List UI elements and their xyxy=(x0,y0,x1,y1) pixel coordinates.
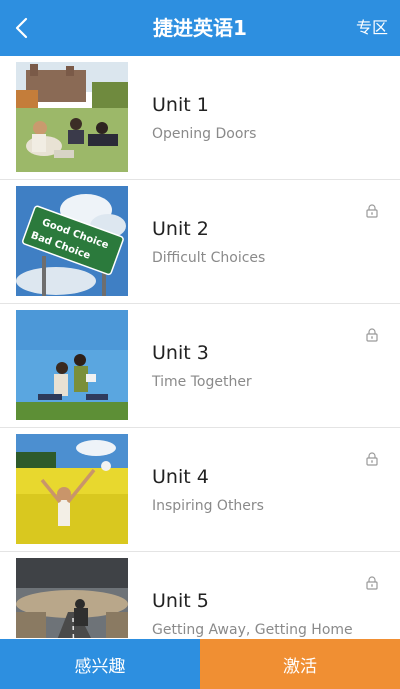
unit-title: Unit 2 xyxy=(152,218,209,240)
unit-4-thumbnail xyxy=(16,434,128,544)
unit-1-thumbnail xyxy=(16,62,128,172)
unit-row-3[interactable]: Unit 3 Time Together xyxy=(0,304,400,428)
top-bar: 捷进英语1 专区 xyxy=(0,0,400,56)
unit-row-5[interactable]: Unit 5 Getting Away, Getting Home xyxy=(0,552,400,638)
page-title: 捷进英语1 xyxy=(153,16,247,40)
lock-icon xyxy=(366,204,378,218)
unit-3-thumbnail xyxy=(16,310,128,420)
unit-2-thumbnail: Good Choice Bad Choice xyxy=(16,186,128,296)
unit-title: Unit 1 xyxy=(152,94,209,116)
activate-button[interactable]: 激活 xyxy=(200,639,400,689)
unit-subtitle: Getting Away, Getting Home xyxy=(152,622,353,638)
unit-subtitle: Opening Doors xyxy=(152,126,257,142)
unit-row-4[interactable]: Unit 4 Inspiring Others xyxy=(0,428,400,552)
chevron-left-icon xyxy=(15,17,28,39)
unit-5-thumbnail xyxy=(16,558,128,638)
unit-title: Unit 3 xyxy=(152,342,209,364)
unit-title: Unit 5 xyxy=(152,590,209,612)
unit-row-2[interactable]: Good Choice Bad Choice Unit 2 Difficult … xyxy=(0,180,400,304)
lock-icon xyxy=(366,452,378,466)
unit-list: Unit 1 Opening Doors Good Choice Bad Cho… xyxy=(0,56,400,638)
lock-icon xyxy=(366,328,378,342)
interest-button[interactable]: 感兴趣 xyxy=(0,639,200,689)
bottom-bar: 感兴趣 激活 xyxy=(0,639,400,689)
unit-title: Unit 4 xyxy=(152,466,209,488)
unit-row-1[interactable]: Unit 1 Opening Doors xyxy=(0,56,400,180)
lock-icon xyxy=(366,576,378,590)
back-button[interactable] xyxy=(4,8,40,48)
unit-subtitle: Inspiring Others xyxy=(152,498,264,514)
zone-button[interactable]: 专区 xyxy=(356,0,388,56)
unit-subtitle: Time Together xyxy=(152,374,252,390)
unit-subtitle: Difficult Choices xyxy=(152,250,266,266)
